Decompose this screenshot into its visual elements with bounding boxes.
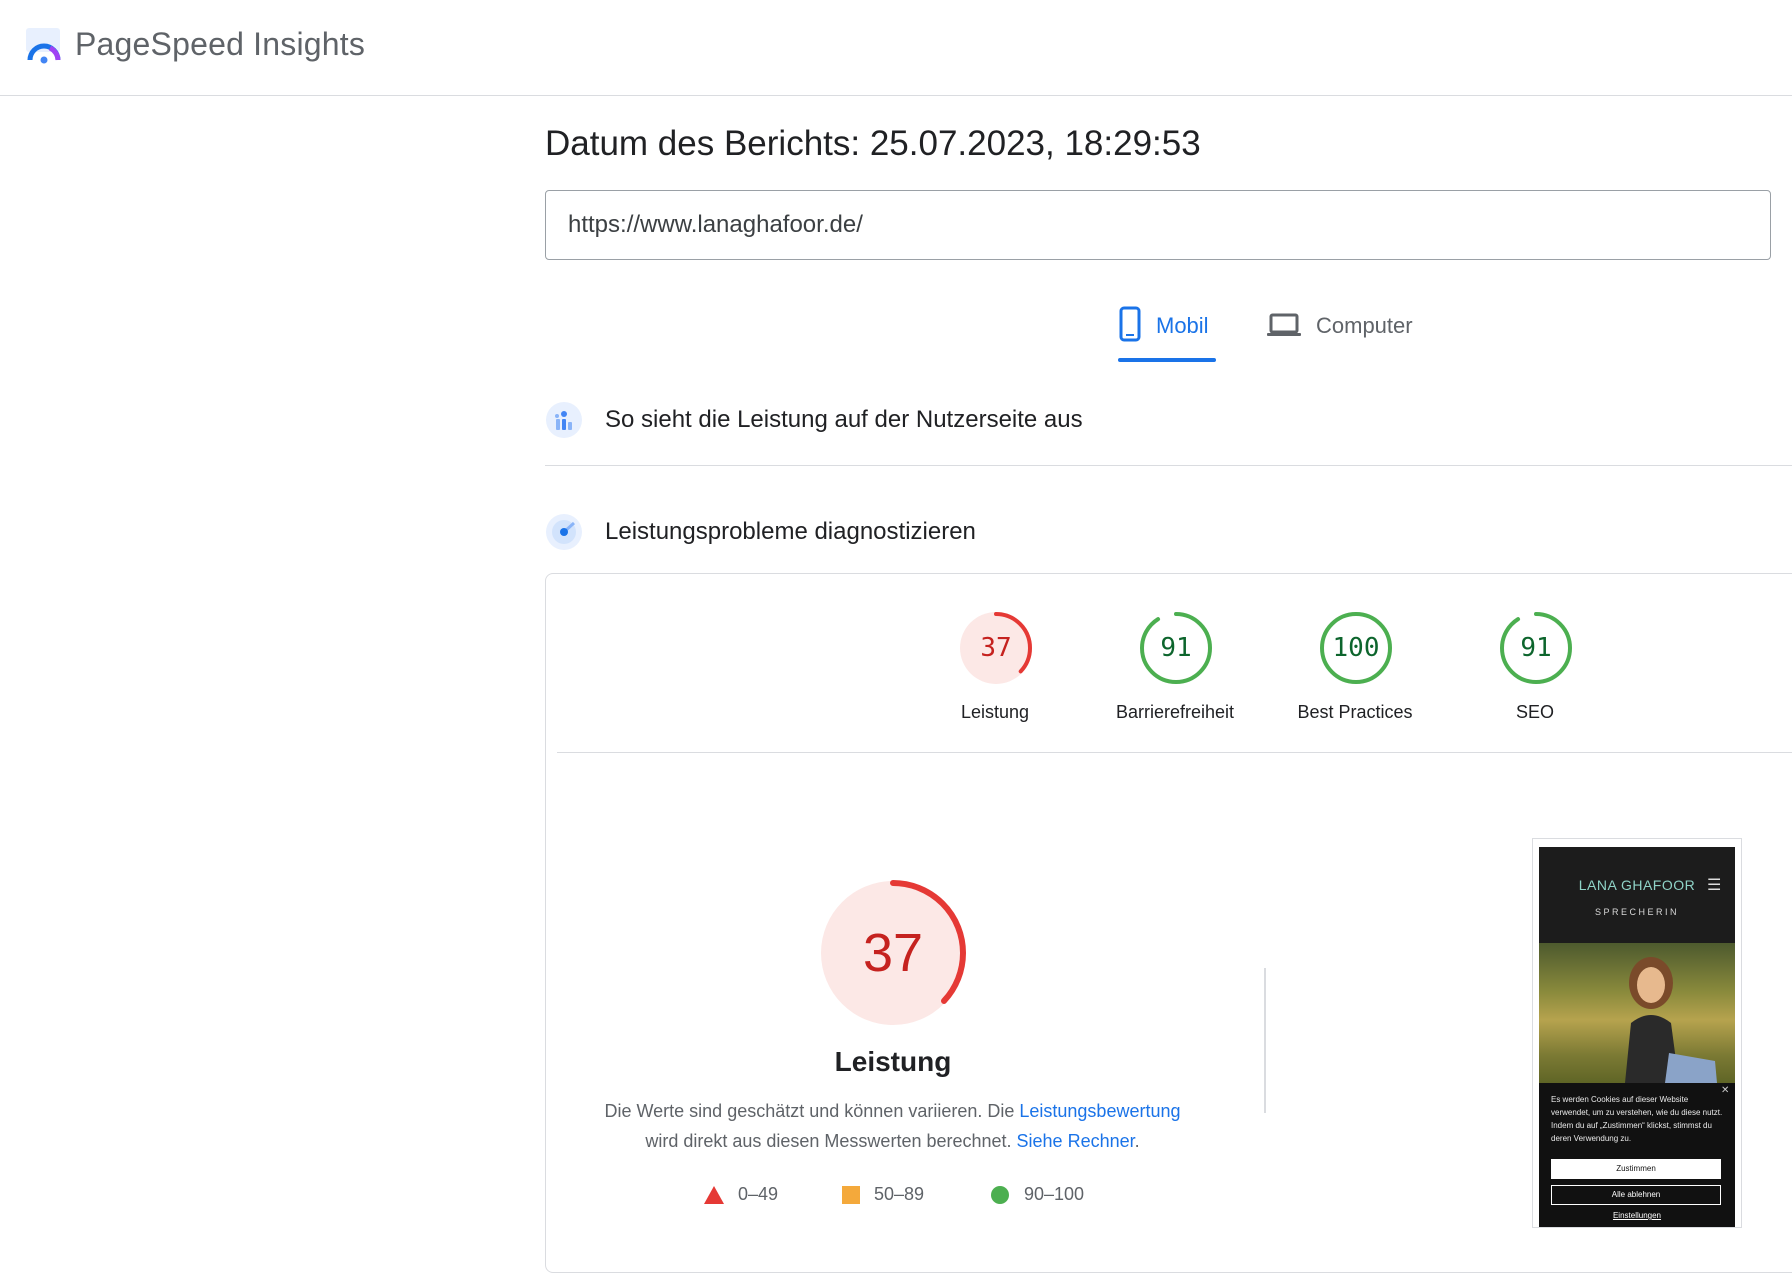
screenshot-brand: LANA GHAFOOR [1578,877,1696,893]
menu-icon: ☰ [1707,877,1722,894]
screenshot-photo [1539,943,1735,1083]
desc-text: . [1134,1131,1140,1151]
legend-fail: 0–49 [704,1184,778,1205]
tab-mobile[interactable]: Mobil [1118,306,1216,362]
phone-icon [1119,306,1141,342]
score-gauge-accessibility[interactable]: 91 [1138,610,1214,686]
legend-average-range: 50–89 [874,1184,925,1204]
app-header: PageSpeed Insights [0,0,1792,96]
desc-text: Die Werte sind geschätzt und können vari… [604,1101,1020,1121]
score-label-accessibility: Barrierefreiheit [1115,702,1235,722]
score-value: 91 [1160,633,1192,663]
square-icon [842,1185,860,1204]
section-divider [545,465,1792,466]
score-value: 91 [1520,633,1552,663]
cookie-banner: ✕ Es werden Cookies auf dieser Website v… [1539,1083,1735,1227]
url-input[interactable] [545,190,1771,260]
crux-icon [546,402,582,438]
vertical-divider [1264,968,1266,1113]
calculator-link[interactable]: Siehe Rechner [1017,1131,1135,1151]
cookie-accept-button: Zustimmen [1551,1159,1721,1179]
performance-description: Die Werte sind geschätzt und können vari… [590,1096,1195,1156]
lighthouse-icon [546,514,582,550]
pagespeed-logo-icon[interactable] [24,26,64,66]
cookie-reject-button: Alle ablehnen [1551,1185,1721,1205]
tab-computer-label: Computer [1316,313,1413,338]
triangle-icon [704,1185,724,1204]
section-field-data[interactable]: So sieht die Leistung auf der Nutzerseit… [545,392,1792,448]
desc-text: wird direkt aus diesen Messwerten berech… [645,1131,1017,1151]
section-diagnose[interactable]: Leistungsprobleme diagnostizieren [545,504,1792,560]
score-value: 100 [1332,633,1380,663]
cookie-text: Es werden Cookies auf dieser Website ver… [1551,1095,1723,1143]
section-diagnose-title: Leistungsprobleme diagnostizieren [605,518,976,545]
tab-computer[interactable]: Computer [1266,306,1413,362]
laptop-icon [1267,313,1301,336]
legend-pass: 90–100 [990,1184,1084,1205]
page-screenshot[interactable]: LANA GHAFOOR ☰ SPRECHERIN ✕ Es werden Co… [1532,838,1742,1228]
scoring-link[interactable]: Leistungsbewertung [1019,1101,1180,1121]
app-title[interactable]: PageSpeed Insights [75,26,365,63]
performance-score: 37 [862,923,924,983]
active-tab-indicator [1118,358,1216,362]
legend-fail-range: 0–49 [738,1184,779,1204]
legend-pass-range: 90–100 [1024,1184,1085,1204]
tab-mobile-label: Mobil [1156,313,1209,338]
report-date: Datum des Berichts: 25.07.2023, 18:29:53 [545,124,1201,163]
circle-icon [991,1185,1009,1204]
screenshot-subtitle: SPRECHERIN [1594,907,1679,917]
performance-gauge: 37 [818,878,968,1028]
card-divider [557,752,1792,753]
performance-title: Leistung [834,1046,952,1077]
legend-average: 50–89 [842,1184,924,1205]
screenshot-content: LANA GHAFOOR ☰ SPRECHERIN ✕ Es werden Co… [1539,847,1735,1227]
score-label-best-practices: Best Practices [1297,702,1413,722]
score-label-seo: SEO [1515,702,1554,722]
score-label-performance: Leistung [960,702,1030,722]
score-gauge-performance[interactable]: 37 [958,610,1034,686]
score-gauge-seo[interactable]: 91 [1498,610,1574,686]
score-value: 37 [980,633,1012,663]
cookie-settings-link: Einstellungen [1612,1211,1662,1220]
section-field-data-title: So sieht die Leistung auf der Nutzerseit… [605,406,1083,433]
score-gauge-best-practices[interactable]: 100 [1318,610,1394,686]
